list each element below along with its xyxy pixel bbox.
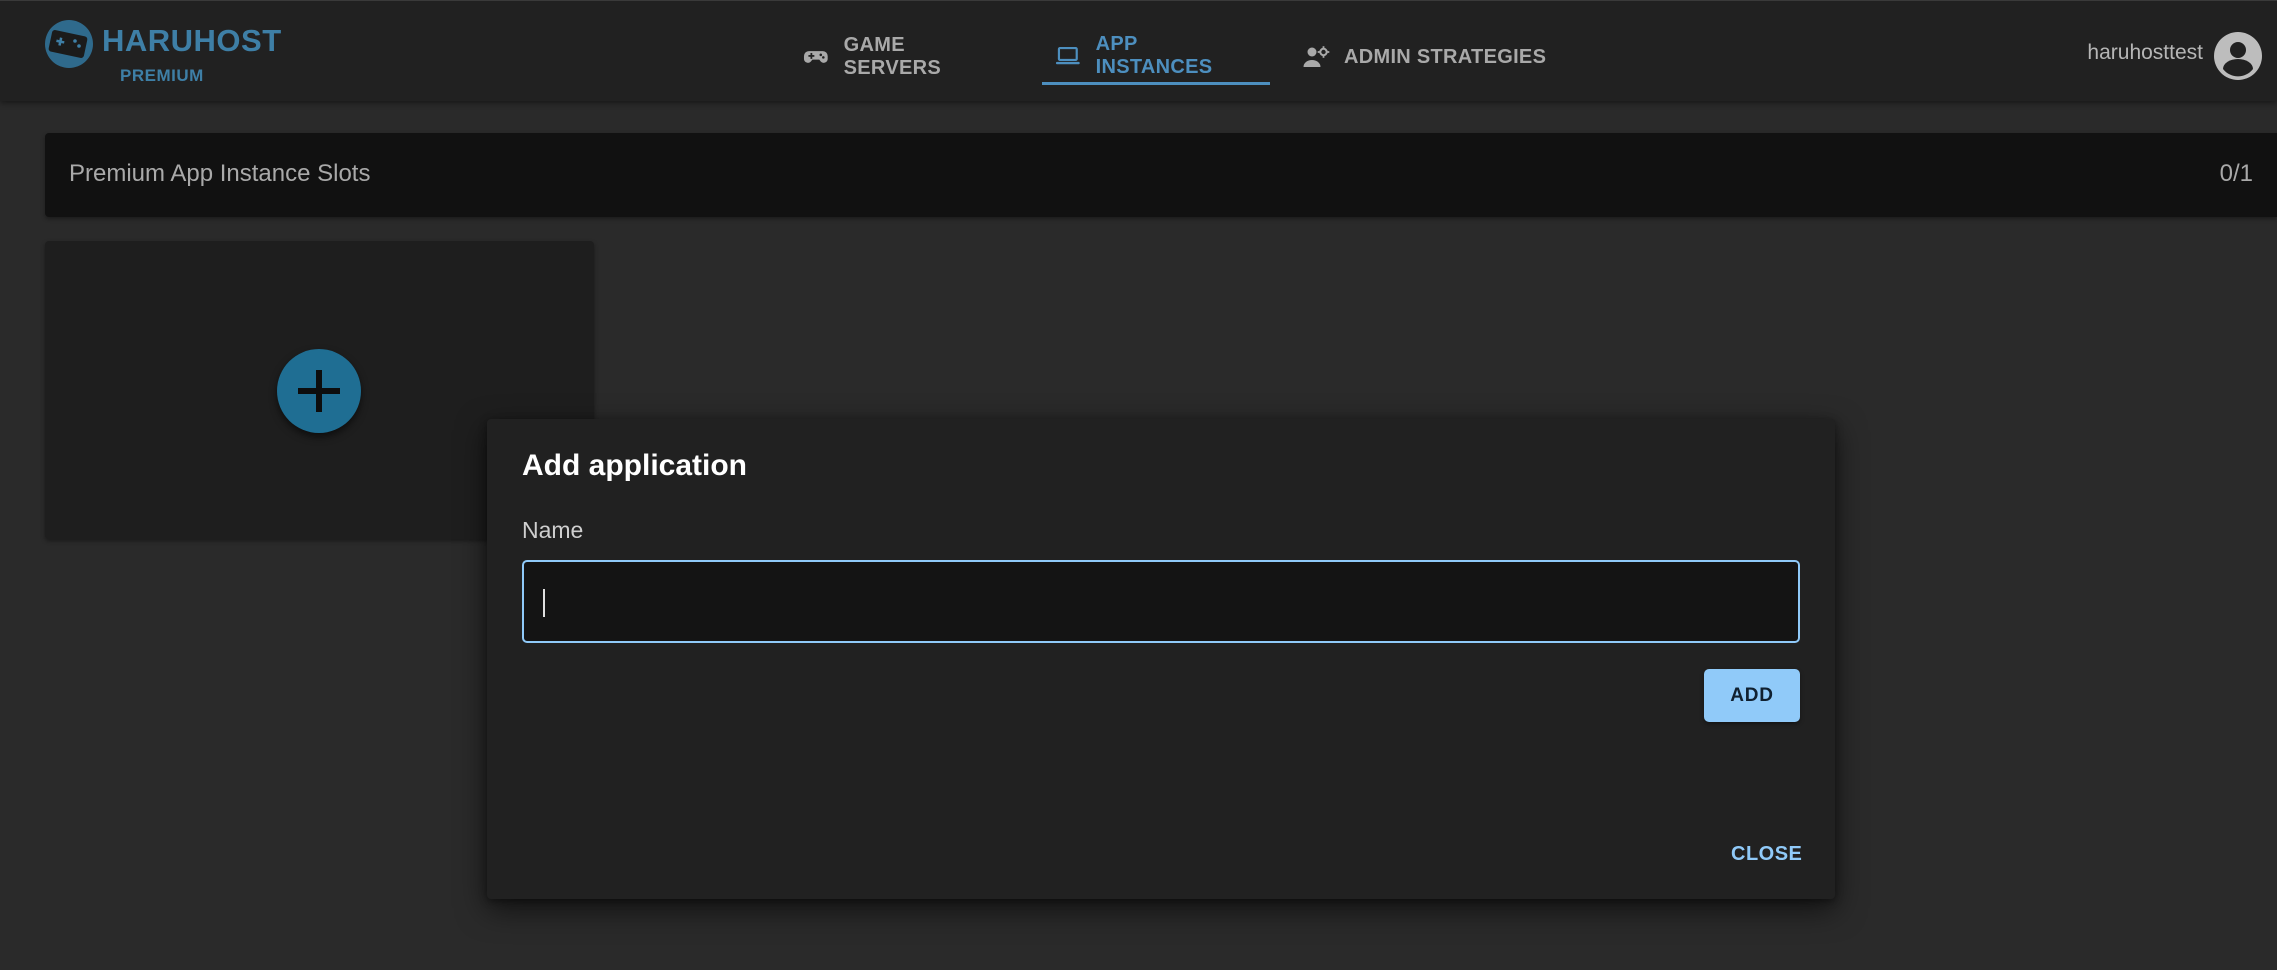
slots-count: 0/1 [2219, 160, 2253, 187]
slots-title: Premium App Instance Slots [69, 160, 371, 187]
brand-name: HARUHOST [102, 23, 282, 58]
tab-game-servers-label: GAME SERVERS [843, 34, 941, 79]
app-bar: HARUHOST PREMIUM GAME SERVERS APP INSTAN… [0, 0, 2277, 101]
close-button[interactable]: CLOSE [1731, 843, 1802, 866]
plus-icon [298, 370, 340, 412]
tab-app-instances[interactable]: APP INSTANCES [1042, 29, 1270, 85]
user-name[interactable]: haruhosttest [2087, 41, 2203, 65]
gamepad-logo-icon [45, 20, 93, 68]
user-cog-icon [1303, 46, 1330, 67]
gamepad-icon [803, 51, 828, 63]
laptop-icon [1055, 46, 1080, 64]
text-caret [543, 589, 545, 617]
brand-tier: PREMIUM [120, 66, 204, 85]
brand-logo[interactable]: HARUHOST PREMIUM [44, 19, 294, 87]
tab-app-instances-label: APP INSTANCES [1095, 32, 1213, 78]
slots-bar: Premium App Instance Slots 0/1 [45, 133, 2277, 217]
name-label: Name [522, 517, 584, 543]
tab-game-servers[interactable]: GAME SERVERS [790, 29, 1018, 85]
account-circle-icon[interactable] [2213, 31, 2263, 81]
tab-admin-strategies-label: ADMIN STRATEGIES [1344, 45, 1547, 68]
name-input[interactable] [522, 560, 1800, 643]
add-instance-button[interactable] [277, 349, 361, 433]
add-button[interactable]: ADD [1704, 669, 1800, 722]
dialog-title: Add application [522, 449, 747, 482]
tab-admin-strategies[interactable]: ADMIN STRATEGIES [1290, 29, 1560, 85]
add-application-dialog: Add application Name ADD CLOSE [487, 419, 1835, 899]
